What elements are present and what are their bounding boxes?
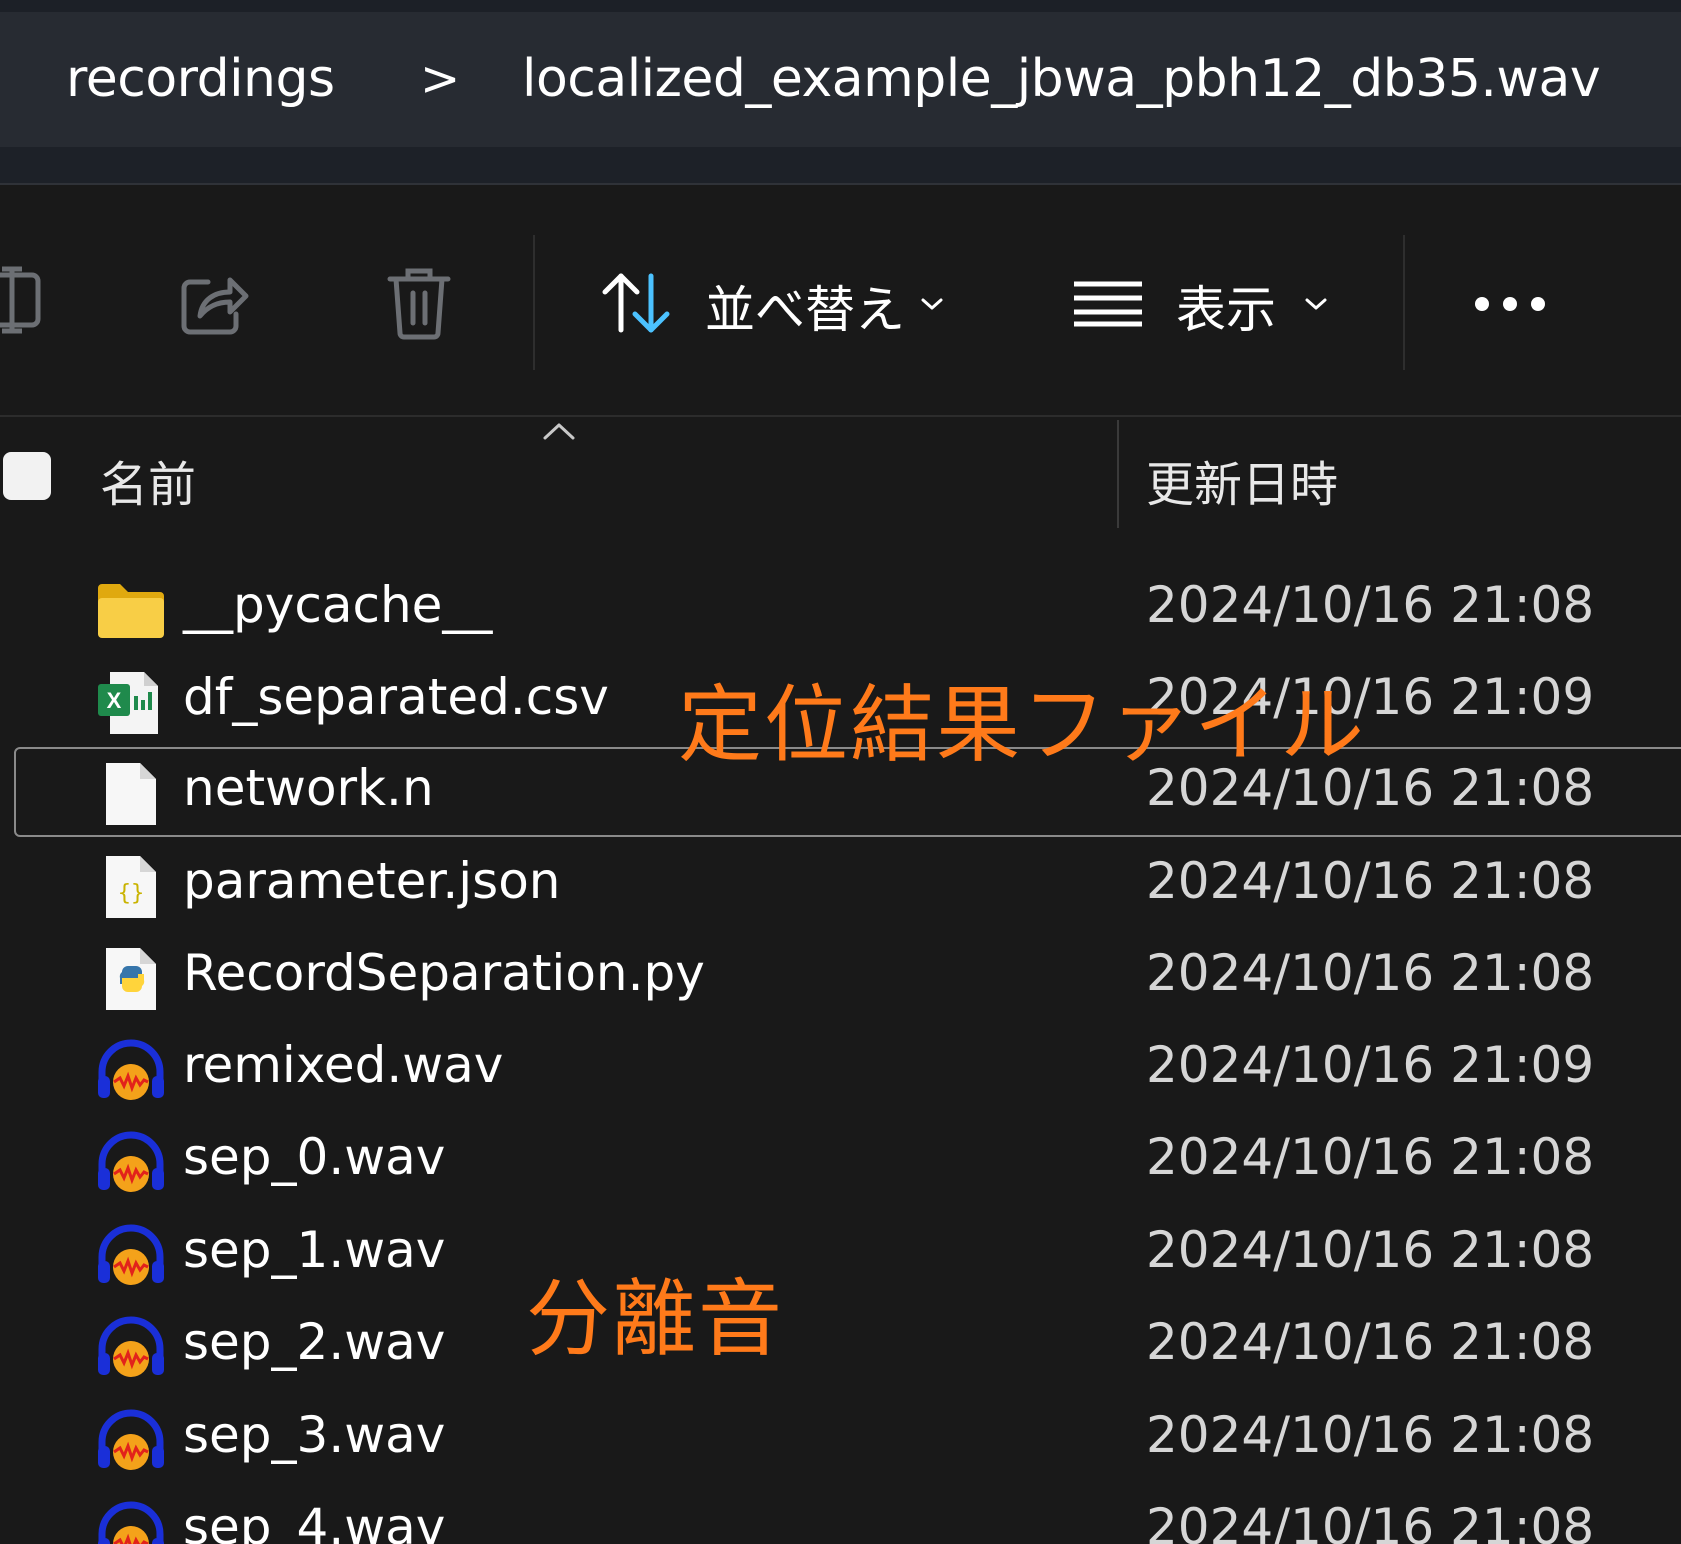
sort-ascending-icon [543, 423, 575, 440]
file-date: 2024/10/16 21:08 [1146, 1128, 1595, 1186]
annotation-separated-sound: 分離音 [526, 1270, 785, 1368]
sort-button[interactable]: 並べ替え [595, 258, 955, 348]
file-date: 2024/10/16 21:08 [1146, 1221, 1595, 1279]
breadcrumb-item-current-folder[interactable]: localized_example_jbwa_pbh12_db35.wav [522, 12, 1601, 147]
file-row-pycache[interactable]: __pycache__ 2024/10/16 21:08 [0, 564, 1681, 656]
file-date: 2024/10/16 21:08 [1146, 852, 1595, 910]
file-row-sep-3-wav[interactable]: sep_3.wav 2024/10/16 21:08 [0, 1394, 1681, 1486]
toolbar-divider [1403, 235, 1405, 370]
audio-file-icon [98, 1224, 164, 1285]
file-row-sep-1-wav[interactable]: sep_1.wav 2024/10/16 21:08 [0, 1209, 1681, 1301]
file-row-recordseparation-py[interactable]: RecordSeparation.py 2024/10/16 21:08 [0, 932, 1681, 1024]
file-name: sep_1.wav [183, 1221, 446, 1279]
share-icon[interactable] [180, 270, 250, 335]
select-all-checkbox[interactable] [3, 452, 51, 500]
file-icon [106, 763, 156, 825]
sort-label: 並べ替え [705, 281, 905, 339]
excel-icon: X [98, 672, 158, 734]
breadcrumb-item-recordings[interactable]: recordings [66, 12, 335, 147]
list-view-icon [1074, 281, 1142, 327]
chevron-down-icon [1305, 298, 1327, 310]
file-date: 2024/10/16 21:08 [1146, 576, 1595, 634]
title-strip [0, 0, 1681, 12]
rename-icon[interactable] [0, 265, 44, 335]
file-name: remixed.wav [183, 1036, 504, 1094]
file-row-sep-2-wav[interactable]: sep_2.wav 2024/10/16 21:08 [0, 1301, 1681, 1393]
audio-file-icon [98, 1131, 164, 1192]
view-label: 表示 [1176, 281, 1276, 339]
file-date: 2024/10/16 21:08 [1146, 1406, 1595, 1464]
file-row-sep-0-wav[interactable]: sep_0.wav 2024/10/16 21:08 [0, 1116, 1681, 1208]
file-name: RecordSeparation.py [183, 944, 705, 1002]
file-row-parameter-json[interactable]: {} parameter.json 2024/10/16 21:08 [0, 840, 1681, 932]
breadcrumb: recordings > localized_example_jbwa_pbh1… [0, 12, 1681, 147]
file-name: df_separated.csv [183, 668, 609, 726]
file-explorer-window: recordings > localized_example_jbwa_pbh1… [0, 0, 1681, 1544]
breadcrumb-separator[interactable]: > [420, 12, 460, 147]
audio-file-icon [98, 1501, 164, 1544]
file-date: 2024/10/16 21:08 [1146, 944, 1595, 1002]
column-modified-header[interactable]: 更新日時 [1146, 445, 1338, 515]
annotation-localization-result-file: 定位結果ファイル [678, 676, 1367, 774]
file-name: network.n [183, 759, 434, 817]
file-name: parameter.json [183, 852, 561, 910]
python-file-icon [106, 948, 156, 1010]
chevron-down-icon [921, 298, 943, 310]
breadcrumb-shadow [0, 147, 1681, 183]
column-resize-handle[interactable] [1117, 420, 1119, 528]
file-row-sep-4-wav[interactable]: sep_4.wav 2024/10/16 21:08 [0, 1486, 1681, 1544]
file-date: 2024/10/16 21:08 [1146, 1313, 1595, 1371]
file-date: 2024/10/16 21:09 [1146, 1036, 1595, 1094]
file-name: __pycache__ [183, 576, 493, 634]
audio-file-icon [98, 1039, 164, 1100]
audio-file-icon [98, 1316, 164, 1377]
json-file-icon: {} [106, 856, 156, 918]
file-date: 2024/10/16 21:08 [1146, 1498, 1595, 1544]
sort-arrows-icon [602, 273, 670, 333]
svg-text:{}: {} [118, 881, 145, 906]
toolbar-divider [533, 235, 535, 370]
file-name: sep_3.wav [183, 1406, 446, 1464]
file-name: sep_0.wav [183, 1128, 446, 1186]
column-header [0, 417, 1681, 532]
trash-icon[interactable] [386, 265, 452, 340]
folder-icon [98, 584, 164, 638]
column-name-header[interactable]: 名前 [100, 445, 196, 515]
ellipsis-icon[interactable] [1470, 292, 1550, 316]
view-button[interactable]: 表示 [1070, 258, 1340, 348]
file-name: sep_2.wav [183, 1313, 446, 1371]
file-row-remixed-wav[interactable]: remixed.wav 2024/10/16 21:09 [0, 1024, 1681, 1116]
audio-file-icon [98, 1409, 164, 1470]
svg-text:X: X [107, 688, 122, 713]
file-name: sep_4.wav [183, 1498, 446, 1544]
